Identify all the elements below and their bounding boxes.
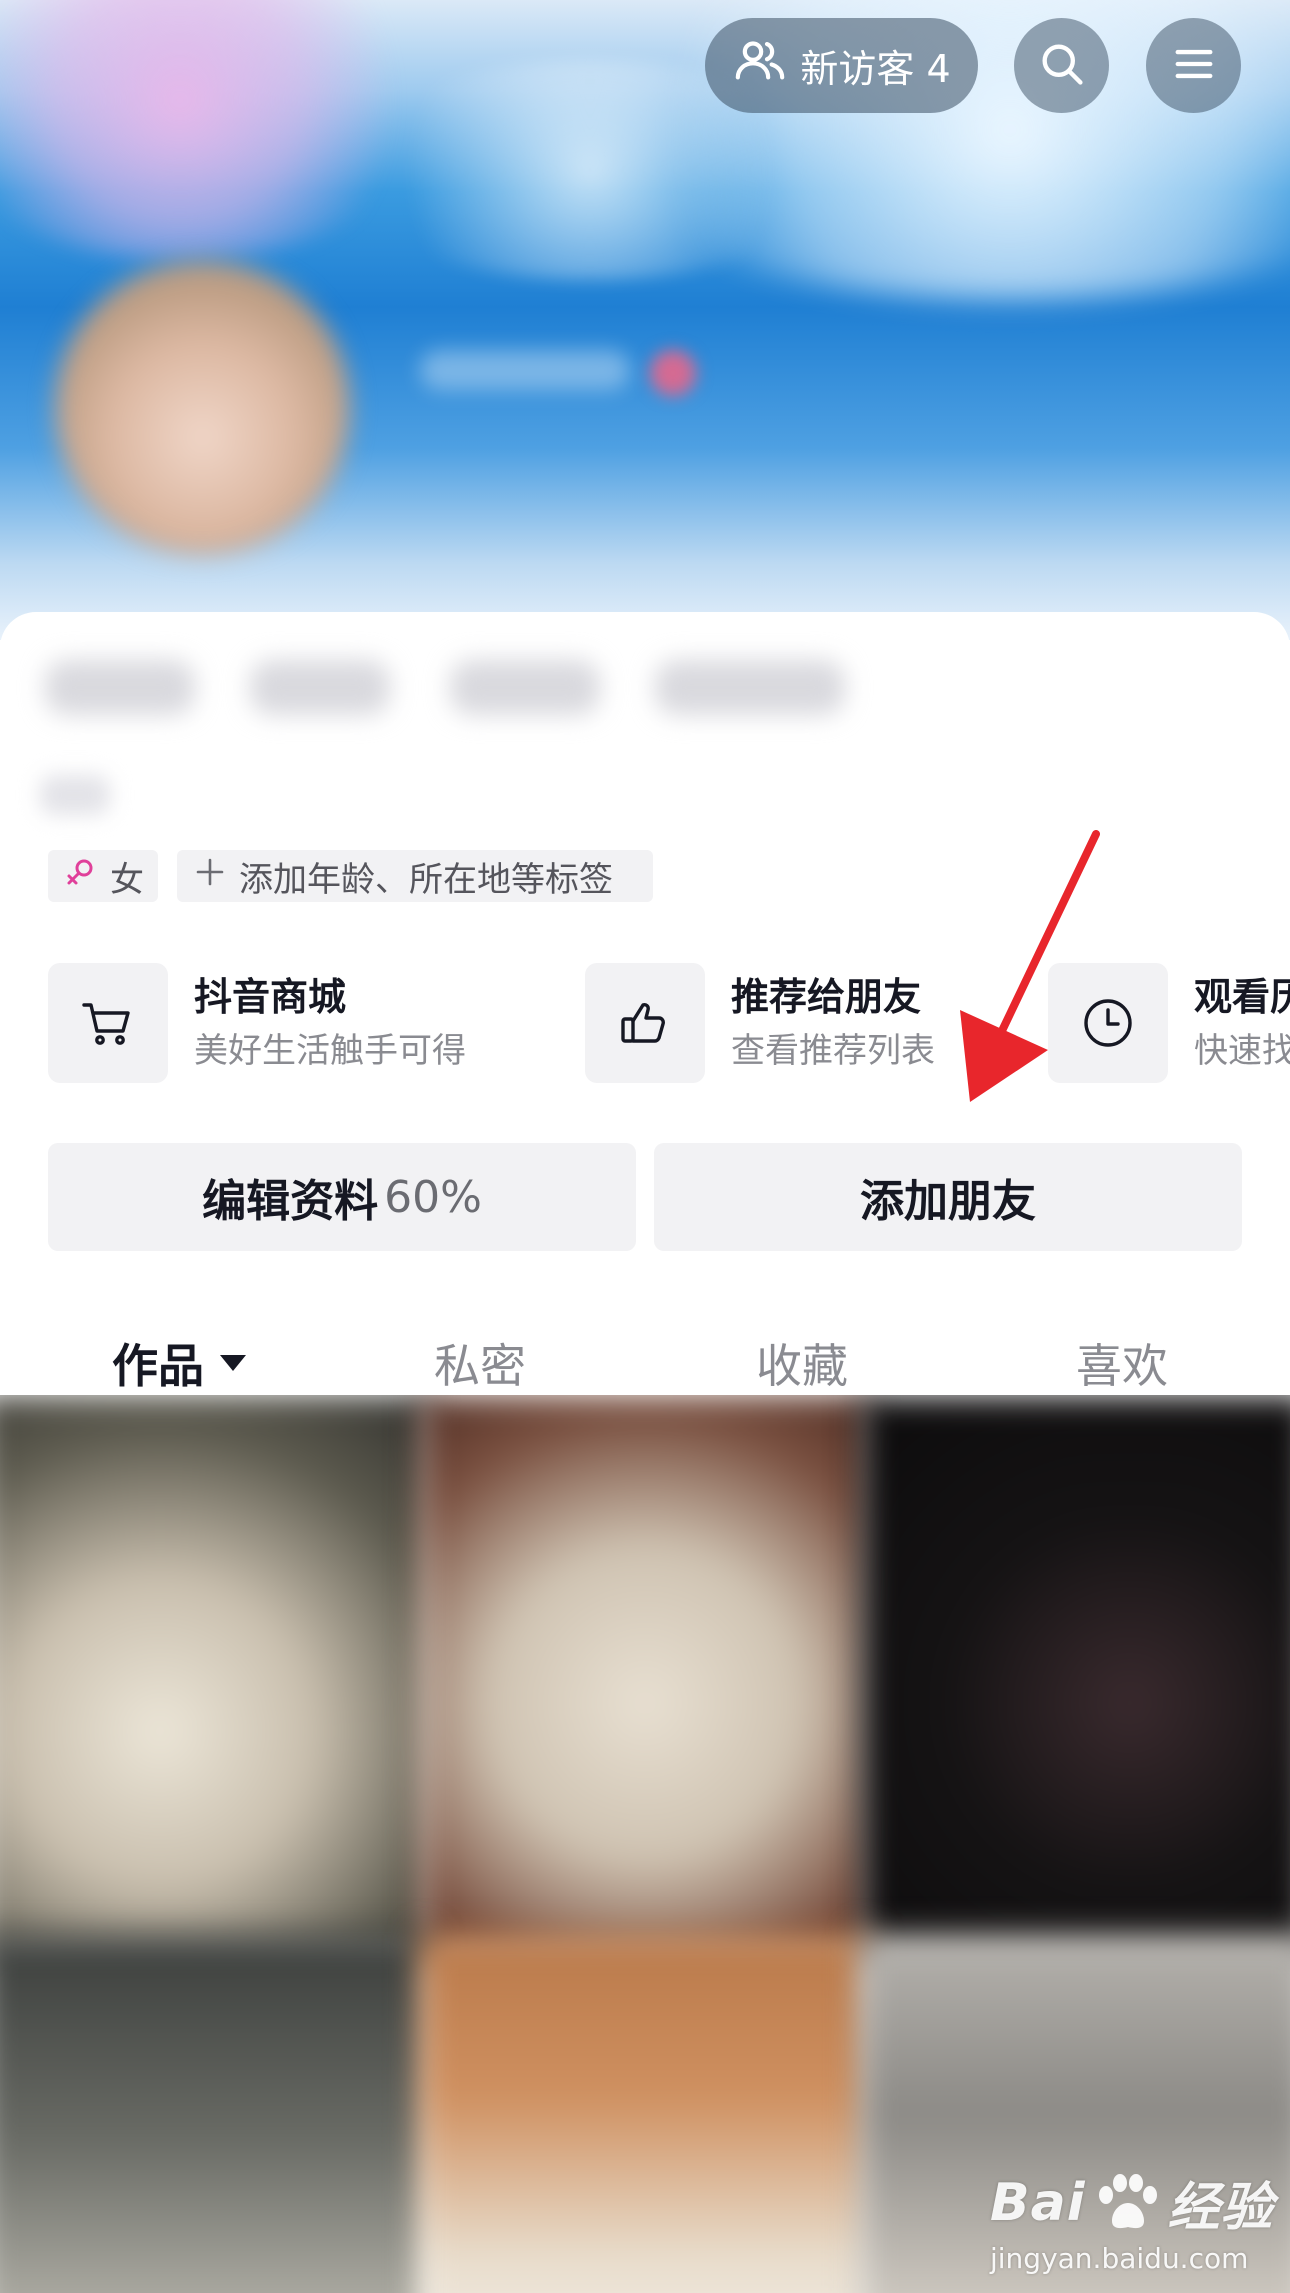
add-friends-button[interactable]: 添加朋友 — [654, 1143, 1242, 1251]
tab-label: 收藏 — [756, 1339, 848, 1393]
search-button[interactable] — [1014, 18, 1109, 113]
gender-label: 女 — [110, 859, 144, 900]
tab-works[interactable]: 作品 — [112, 1330, 246, 1396]
bio-blurred — [40, 775, 110, 815]
tab-label: 喜欢 — [1076, 1339, 1168, 1393]
cart-icon — [48, 963, 168, 1083]
username-blurred — [420, 350, 630, 390]
new-visitors-button[interactable]: 新访客 4 — [705, 18, 978, 113]
service-subtitle: 快速找到 — [1194, 1031, 1290, 1071]
annotation-arrow-icon — [960, 830, 1100, 1102]
service-title: 抖音商城 — [194, 975, 347, 1019]
paw-icon — [1098, 2173, 1157, 2228]
watermark-url: jingyan.baidu.com — [990, 2242, 1249, 2275]
add-tags-label: 添加年龄、所在地等标签 — [239, 859, 613, 900]
video-thumbnail[interactable] — [420, 1935, 870, 2293]
video-thumbnail[interactable] — [0, 1935, 430, 2293]
avatar[interactable] — [55, 260, 350, 555]
new-visitors-label: 新访客 4 — [800, 47, 951, 91]
menu-button[interactable] — [1146, 18, 1241, 113]
verified-badge-blurred — [650, 350, 696, 396]
stat-blurred — [655, 660, 845, 715]
plus-icon — [193, 855, 239, 898]
stat-blurred — [45, 660, 195, 715]
thumbs-up-icon — [585, 963, 705, 1083]
visitors-icon — [732, 33, 788, 98]
video-grid — [0, 1395, 1290, 2293]
profile-completion-percent: 60% — [384, 1171, 482, 1223]
service-subtitle: 美好生活触手可得 — [194, 1031, 466, 1071]
service-subtitle: 查看推荐列表 — [731, 1031, 935, 1071]
video-thumbnail[interactable] — [420, 1395, 870, 1955]
service-title: 观看历史 — [1194, 975, 1290, 1019]
video-thumbnail[interactable] — [860, 1395, 1290, 1955]
stat-blurred — [250, 660, 390, 715]
add-tags-button[interactable]: 添加年龄、所在地等标签 — [177, 850, 653, 902]
tab-favorites[interactable]: 收藏 — [756, 1330, 848, 1396]
watermark-brand-left: Bai — [990, 2172, 1086, 2233]
menu-icon — [1168, 38, 1220, 94]
tab-label: 私密 — [434, 1339, 526, 1393]
stat-blurred — [450, 660, 600, 715]
douyin-mall-entry[interactable]: 抖音商城 美好生活触手可得 — [48, 963, 466, 1083]
tab-likes[interactable]: 喜欢 — [1076, 1330, 1168, 1396]
edit-profile-label: 编辑资料 — [202, 1176, 379, 1227]
search-icon — [1036, 38, 1088, 94]
video-thumbnail[interactable] — [0, 1395, 430, 1955]
tab-private[interactable]: 私密 — [434, 1330, 526, 1396]
service-title: 推荐给朋友 — [731, 975, 922, 1019]
add-friends-label: 添加朋友 — [860, 1176, 1036, 1227]
edit-profile-button[interactable]: 编辑资料 60% — [48, 1143, 636, 1251]
caret-down-icon — [220, 1355, 246, 1371]
recommend-to-friends-entry[interactable]: 推荐给朋友 查看推荐列表 — [585, 963, 935, 1083]
tab-label: 作品 — [112, 1339, 204, 1393]
gender-tag[interactable]: 女 — [48, 850, 158, 902]
baidu-jingyan-watermark: Bai 经验 jingyan.baidu.com — [990, 2165, 1274, 2276]
watermark-brand-right: 经验 — [1167, 2178, 1274, 2238]
female-icon — [64, 855, 110, 898]
